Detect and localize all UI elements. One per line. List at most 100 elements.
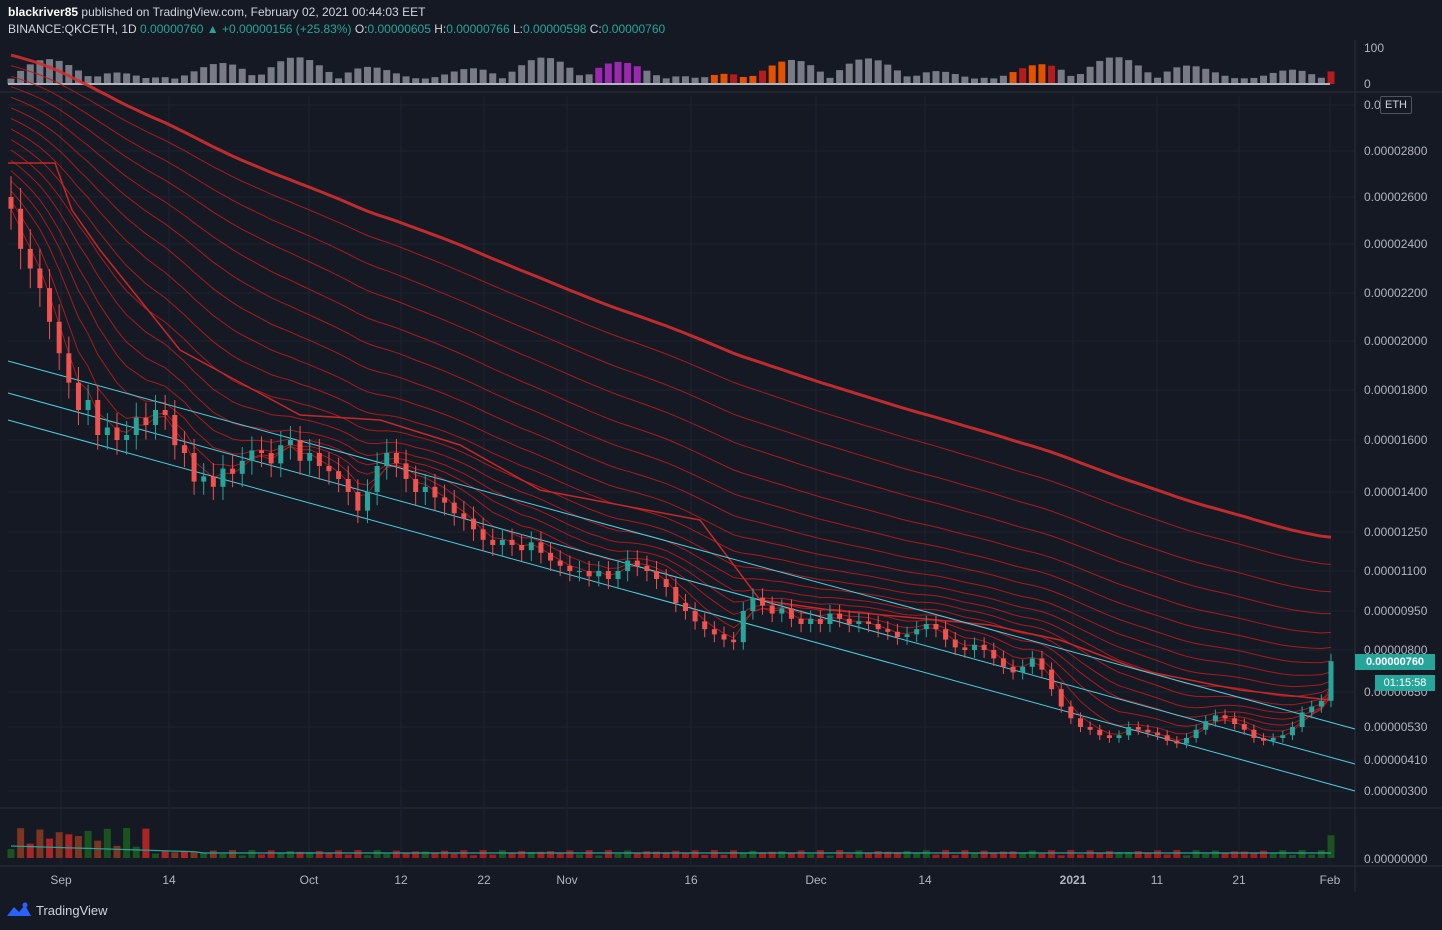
candle-body [1328,661,1334,701]
volume-bar [383,853,391,858]
volume-bar [286,850,294,858]
candle-body [1068,706,1074,719]
candle-body [355,492,361,511]
oscillator-bar [739,76,747,84]
time-axis[interactable]: Sep 14 Oct 12 22 Nov 16 Dec 14 2021 11 21 Feb [50,873,1340,887]
volume-bar [1211,850,1219,858]
volume-bar [248,850,256,858]
volume-bar [1076,854,1084,858]
volume-bar [518,850,526,858]
oscillator-bar [200,67,208,84]
oscillator-bar [614,61,622,84]
candle-body [808,618,814,624]
time-tick-label: 21 [1232,873,1246,887]
volume-bar [1202,853,1210,858]
volume-bar [1231,851,1239,858]
candle-body [538,542,544,553]
volume-histogram [7,828,1335,858]
ema-line [10,65,1332,565]
oscillator-bar [354,68,362,84]
volume-bar [113,845,121,858]
candle-body [278,445,284,464]
candle-body [731,639,737,643]
ema-line [10,170,1332,714]
candle-body [432,486,438,498]
candle-body [364,492,370,511]
volume-bar [1279,850,1287,858]
candle-body [210,476,216,487]
volume-bar [903,850,911,858]
oscillator-bar [325,71,333,84]
oscillator-bar [286,57,294,84]
volume-bar [489,854,497,858]
candle-body [220,468,226,487]
candle-body [27,248,33,269]
volume-bar [74,836,82,858]
volume-bar [180,851,188,858]
candle-body [567,565,573,571]
oscillator-bar [94,76,102,84]
oscillator-bar [1048,65,1056,84]
candle-body [201,476,207,482]
volume-bar [922,850,930,858]
candle-body [933,624,939,630]
oscillator-bar [238,68,246,84]
candle-body [451,502,457,514]
volume-bar [123,828,131,858]
oscillator-bar [489,73,497,84]
candle-body [788,608,794,619]
volume-bar [797,850,805,858]
candle-body [692,611,698,622]
ema-line [10,190,1332,727]
price-tick-label: 0.00001100 [1364,564,1427,578]
volume-bar [730,850,738,858]
candle-body [480,529,486,540]
oscillator-bar [547,58,555,84]
candle-body [1174,740,1180,744]
volume-bar [1086,850,1094,858]
volume-bar [566,850,574,858]
oscillator-bar [1173,67,1181,84]
candle-body [374,466,380,492]
currency-badge[interactable]: ETH [1380,96,1412,114]
footer-branding[interactable]: TradingView [6,902,108,918]
candle-body [384,453,390,466]
volume-bar [1260,850,1268,858]
oscillator-bar [903,76,911,84]
candle-body [1318,700,1324,707]
candle-body [875,624,881,630]
candle-body [287,440,293,446]
candle-body [1155,732,1161,736]
volume-bar [701,854,709,858]
oscillator-bar [1298,70,1306,84]
candle-body [8,197,14,209]
candle-body [47,288,53,322]
price-tick-label: 0.00002600 [1364,190,1428,204]
oscillator-bar [1096,60,1104,84]
oscillator-bar [1288,69,1296,84]
volume-bar [17,828,25,858]
oscillator-bar [248,75,256,84]
oscillator-bar [460,69,468,84]
candle-body [740,611,746,643]
candle-body [95,400,101,435]
candle-body [798,618,804,624]
candle-body [750,597,756,611]
volume-bar [575,854,583,858]
oscillator-bar [229,64,237,84]
price-tick-label: 0.00002800 [1364,144,1428,158]
ema-line [10,139,1332,688]
oscillator-bar [633,66,641,84]
candle-body [37,268,43,289]
volume-bar [441,850,449,858]
oscillator-bar [1192,66,1200,84]
oscillator-bar [787,59,795,84]
oscillator-bar [932,71,940,84]
oscillator-bar [1115,57,1123,84]
price-tick-label: 0.00001400 [1364,485,1428,499]
price-chart[interactable]: 0.00000.000028000.000026000.000024000.00… [0,0,1442,930]
price-axis[interactable]: 0.00000.000028000.000026000.000024000.00… [1364,41,1428,866]
volume-bar [277,853,285,858]
volume-bar [1327,835,1335,858]
oscillator-bar [508,71,516,84]
